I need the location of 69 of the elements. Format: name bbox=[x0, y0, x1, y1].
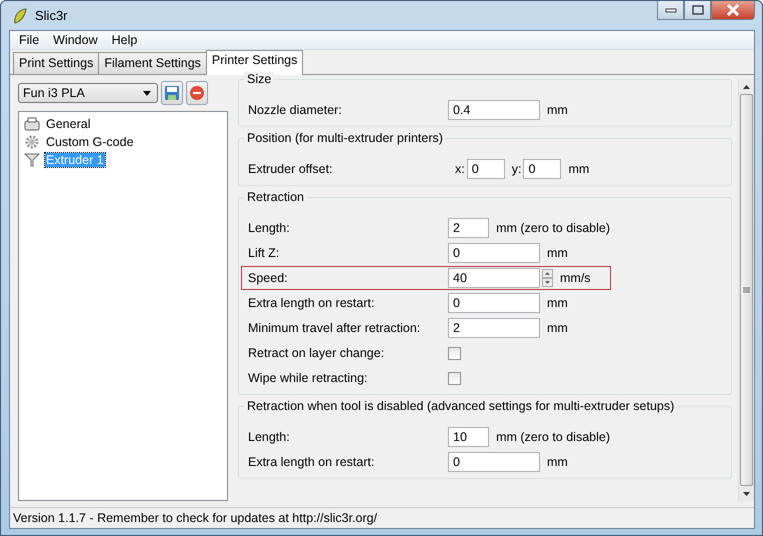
input-field[interactable]: 40 bbox=[448, 268, 540, 288]
remove-icon bbox=[189, 85, 205, 101]
input-field[interactable]: 0 bbox=[466, 159, 505, 179]
group-title: Size bbox=[244, 72, 274, 86]
field-label: Extra length on restart: bbox=[248, 455, 376, 469]
save-button[interactable] bbox=[161, 81, 183, 105]
status-bar: Version 1.1.7 - Remember to check for updates at http://slic3r.org/ bbox=[10, 507, 754, 528]
checkbox[interactable] bbox=[448, 372, 461, 384]
unit-label: mm bbox=[547, 296, 568, 310]
printer-icon bbox=[24, 117, 40, 131]
field-label: Lift Z: bbox=[248, 246, 280, 260]
unit-label: mm (zero to disable) bbox=[496, 221, 610, 235]
input-field[interactable]: 0 bbox=[448, 243, 540, 263]
input-field[interactable]: 0 bbox=[448, 293, 540, 313]
input-field[interactable]: 2 bbox=[448, 218, 490, 238]
maximize-icon bbox=[692, 5, 704, 15]
field-label: Retract on layer change: bbox=[248, 346, 386, 360]
spin-buttons[interactable] bbox=[542, 269, 553, 287]
field-label: Minimum travel after retraction: bbox=[248, 321, 422, 335]
funnel-icon bbox=[24, 153, 40, 167]
unit-label: mm bbox=[547, 321, 568, 335]
field-label: Extruder offset: bbox=[248, 162, 334, 176]
window-title: Slic3r bbox=[35, 8, 68, 23]
floppy-icon bbox=[164, 85, 180, 101]
field-label: Speed: bbox=[248, 271, 289, 285]
grip-icon bbox=[743, 287, 750, 293]
field-label: Nozzle diameter: bbox=[248, 103, 343, 117]
unit-label: mm bbox=[568, 162, 590, 176]
field-label: Length: bbox=[248, 430, 291, 444]
input-field[interactable]: 0 bbox=[448, 452, 540, 472]
scroll-up-icon bbox=[743, 84, 750, 88]
unit-label: mm bbox=[547, 103, 568, 117]
minimize-icon bbox=[664, 7, 676, 13]
minimize-button[interactable] bbox=[657, 1, 684, 20]
close-icon bbox=[726, 4, 740, 16]
checkbox[interactable] bbox=[448, 346, 461, 360]
delete-button[interactable] bbox=[186, 81, 208, 105]
group-title: Position (for multi-extruder printers) bbox=[244, 131, 446, 145]
tab[interactable]: Printer Settings bbox=[206, 50, 304, 75]
group-title: Retraction when tool is disabled (advanced settings for multi-extruder setups) bbox=[244, 399, 678, 413]
unit-label: mm bbox=[547, 455, 568, 469]
maximize-button[interactable] bbox=[684, 1, 711, 20]
tab[interactable]: Filament Settings bbox=[98, 52, 207, 74]
input-field[interactable]: 10 bbox=[448, 427, 490, 447]
scrollbar[interactable] bbox=[738, 79, 754, 501]
axis-label: x: bbox=[455, 162, 465, 176]
field-label: Wipe while retracting: bbox=[248, 371, 368, 385]
leaf-icon bbox=[13, 8, 27, 24]
menu-item[interactable]: Window bbox=[47, 33, 104, 47]
input-field[interactable]: 2 bbox=[448, 318, 540, 338]
field-label: Extra length on restart: bbox=[248, 296, 376, 310]
preset-dropdown[interactable]: Fun i3 PLA bbox=[18, 83, 158, 103]
menu-item[interactable]: File bbox=[13, 33, 46, 47]
unit-label: mm/s bbox=[560, 271, 591, 285]
dropdown-arrow-icon bbox=[143, 90, 151, 96]
close-button[interactable] bbox=[711, 1, 755, 20]
gear-icon bbox=[24, 135, 40, 149]
group-title: Retraction bbox=[244, 190, 307, 204]
unit-label: mm bbox=[547, 246, 568, 260]
tab[interactable]: Print Settings bbox=[13, 52, 100, 74]
menu-item[interactable]: Help bbox=[106, 33, 144, 47]
unit-label: mm (zero to disable) bbox=[496, 430, 610, 444]
tree-item[interactable]: General bbox=[45, 117, 92, 131]
scroll-down-icon bbox=[743, 492, 750, 496]
axis-label: y: bbox=[512, 162, 522, 176]
input-field[interactable]: 0 bbox=[523, 159, 562, 179]
tree-item[interactable]: Custom G-code bbox=[45, 135, 135, 149]
input-field[interactable]: 0.4 bbox=[448, 100, 540, 120]
field-label: Length: bbox=[248, 221, 291, 235]
